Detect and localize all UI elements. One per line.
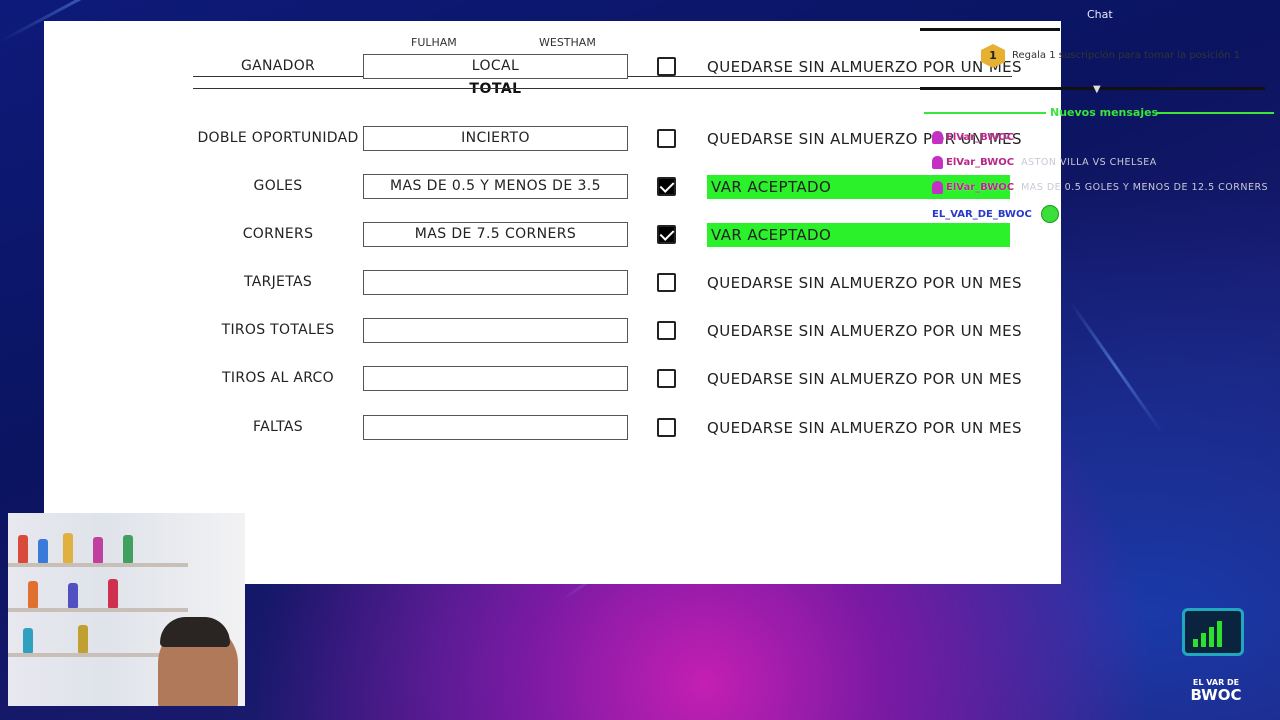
chat-message[interactable]: ElVar_BWOC MAS DE 0.5 GOLES Y MENOS DE 1… xyxy=(932,181,1268,194)
shelf xyxy=(8,563,188,567)
header-rule-bottom xyxy=(193,88,1012,89)
figurine xyxy=(123,535,133,563)
new-messages-label: Nuevos mensajes xyxy=(1050,106,1159,119)
penalty-text: QUEDARSE SIN ALMUERZO POR UN MES xyxy=(707,274,1022,292)
chat-username[interactable]: ElVar_BWOC xyxy=(946,182,1014,193)
monitor-icon xyxy=(1182,608,1244,656)
mod-badge-icon xyxy=(932,131,943,144)
figurine xyxy=(108,579,118,608)
chat-text: ASTON VILLA VS CHELSEA xyxy=(1021,157,1157,168)
result-checkbox[interactable] xyxy=(657,57,676,76)
figurine xyxy=(78,625,88,653)
result-checkbox[interactable] xyxy=(657,129,676,148)
figurine xyxy=(93,537,103,563)
betting-sheet: FULHAM WESTHAM TOTAL GANADOR LOCAL QUEDARS… xyxy=(44,21,1061,584)
chevron-down-icon[interactable]: ▼ xyxy=(1093,84,1101,95)
penalty-text: QUEDARSE SIN ALMUERZO POR UN MES xyxy=(707,322,1022,340)
webcam-feed xyxy=(8,513,245,706)
chat-message[interactable]: ElVar_BWOC ASTON VILLA VS CHELSEA xyxy=(932,156,1157,169)
streamer-hair xyxy=(160,617,230,647)
prediction-cell[interactable]: MAS DE 7.5 CORNERS xyxy=(363,222,628,247)
row-label: FALTAS xyxy=(253,419,303,435)
new-messages-line-left xyxy=(924,112,1046,114)
figurine xyxy=(28,581,38,608)
mod-badge-icon xyxy=(932,181,943,194)
penalty-text: QUEDARSE SIN ALMUERZO POR UN MES xyxy=(707,370,1022,388)
row-label: TIROS AL ARCO xyxy=(222,370,334,386)
chat-message[interactable]: EL_VAR_DE_BWOC xyxy=(932,205,1066,223)
shelf xyxy=(8,608,188,612)
prediction-cell[interactable]: MAS DE 0.5 Y MENOS DE 3.5 xyxy=(363,174,628,199)
row-label: TARJETAS xyxy=(243,274,313,290)
penalty-text: QUEDARSE SIN ALMUERZO POR UN MES xyxy=(707,419,1022,437)
result-checkbox[interactable] xyxy=(657,177,676,196)
smile-emote-icon xyxy=(1040,205,1059,223)
figurine xyxy=(18,535,28,563)
chat-username[interactable]: ElVar_BWOC xyxy=(946,157,1014,168)
row-label: CORNERS xyxy=(242,226,314,242)
mod-badge-icon xyxy=(932,156,943,169)
chat-title: Chat xyxy=(1087,8,1113,21)
prediction-cell[interactable] xyxy=(363,415,628,440)
chat-text: MAS DE 0.5 GOLES Y MENOS DE 12.5 CORNERS xyxy=(1021,182,1269,193)
result-checkbox[interactable] xyxy=(657,321,676,340)
away-team-label: WESTHAM xyxy=(539,36,596,49)
prediction-cell[interactable] xyxy=(363,270,628,295)
prediction-cell[interactable]: INCIERTO xyxy=(363,126,628,151)
row-label: DOBLE OPORTUNIDAD xyxy=(197,130,359,146)
result-checkbox[interactable] xyxy=(657,273,676,292)
result-checkbox[interactable] xyxy=(657,369,676,388)
chat-divider xyxy=(920,28,1060,31)
result-checkbox[interactable] xyxy=(657,418,676,437)
chat-message[interactable]: ElVar_BWOC xyxy=(932,131,1021,144)
row-label: GOLES xyxy=(253,178,303,194)
result-checkbox[interactable] xyxy=(657,225,676,244)
row-label: GANADOR xyxy=(240,58,316,74)
home-team-label: FULHAM xyxy=(411,36,457,49)
penalty-text: QUEDARSE SIN ALMUERZO POR UN MES xyxy=(707,58,1022,76)
prediction-cell[interactable] xyxy=(363,318,628,343)
total-label: TOTAL xyxy=(469,81,522,97)
prediction-cell[interactable] xyxy=(363,366,628,391)
figurine xyxy=(68,583,78,608)
figurine xyxy=(38,539,48,563)
channel-logo: EL VAR DE BWOC xyxy=(1168,598,1264,704)
var-accepted-status: VAR ACEPTADO xyxy=(707,223,1010,247)
figurine xyxy=(23,628,33,653)
chat-username[interactable]: EL_VAR_DE_BWOC xyxy=(932,209,1032,220)
prediction-cell[interactable]: LOCAL xyxy=(363,54,628,79)
chat-username[interactable]: ElVar_BWOC xyxy=(946,132,1014,143)
new-messages-line-right xyxy=(1156,112,1274,114)
figurine xyxy=(63,533,73,563)
gift-subscription-prompt[interactable]: Regala 1 suscripción para tomar la posic… xyxy=(1012,50,1240,61)
background-streak xyxy=(1068,300,1164,434)
row-label: TIROS TOTALES xyxy=(221,322,335,338)
logo-line-2: BWOC xyxy=(1190,686,1242,704)
